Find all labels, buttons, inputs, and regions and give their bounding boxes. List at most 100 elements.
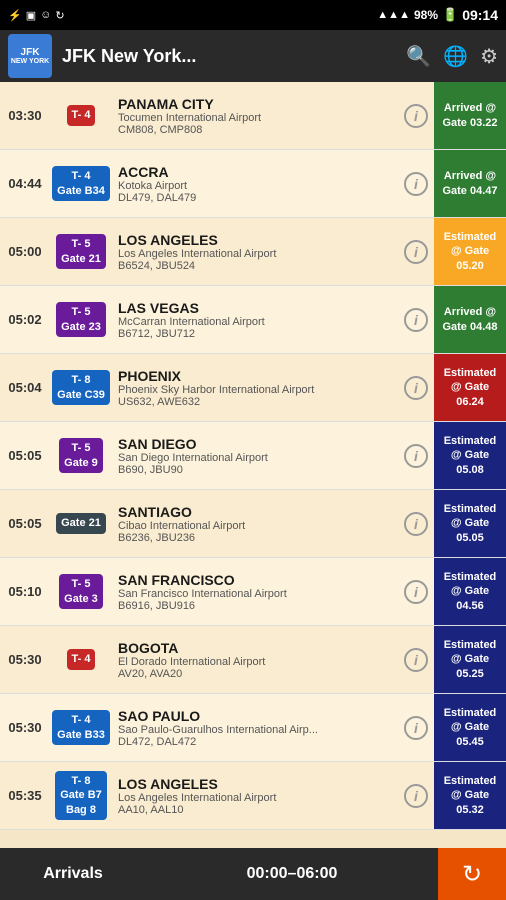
status-badge: Arrived @ Gate 03.22	[434, 82, 506, 149]
city-name: SAN FRANCISCO	[118, 572, 392, 588]
info-button[interactable]: i	[404, 784, 428, 808]
flight-codes: DL479, DAL479	[118, 192, 392, 204]
gate-col: Gate 21	[50, 490, 112, 557]
city-name: SAO PAULO	[118, 708, 392, 724]
flight-codes: AV20, AVA20	[118, 668, 392, 680]
info-icon-col: i	[398, 558, 434, 625]
battery-level: 98%	[414, 8, 438, 22]
flight-codes: B6916, JBU916	[118, 600, 392, 612]
gate-col: T- 4	[50, 82, 112, 149]
battery-icon: 🔋	[442, 7, 458, 23]
gate-col: T- 5 Gate 21	[50, 218, 112, 285]
airport-name: Tocumen International Airport	[118, 112, 392, 124]
info-button[interactable]: i	[404, 104, 428, 128]
flight-info: SAN FRANCISCOSan Francisco International…	[112, 558, 398, 625]
logo-line2: NEW YORK	[11, 58, 49, 65]
info-button[interactable]: i	[404, 240, 428, 264]
gate-col: T- 4 Gate B33	[50, 694, 112, 761]
status-badge: Estimated @ Gate 04.56	[434, 558, 506, 625]
info-button[interactable]: i	[404, 580, 428, 604]
status-badge: Arrived @ Gate 04.47	[434, 150, 506, 217]
airport-name: Los Angeles International Airport	[118, 248, 392, 260]
status-bar: ⚡ ▣ ☺ ↻ ▲▲▲ 98% 🔋 09:14	[0, 0, 506, 30]
airport-name: Phoenix Sky Harbor International Airport	[118, 384, 392, 396]
status-badge: Estimated @ Gate 06.24	[434, 354, 506, 421]
gate-badge: T- 4	[67, 105, 96, 125]
table-row: 05:30T- 4BOGOTAEl Dorado International A…	[0, 626, 506, 694]
info-button[interactable]: i	[404, 512, 428, 536]
usb-icon: ⚡	[8, 9, 22, 22]
info-icon-col: i	[398, 422, 434, 489]
gate-col: T- 4 Gate B34	[50, 150, 112, 217]
flight-time: 05:05	[0, 490, 50, 557]
gate-badge: T- 8 Gate C39	[52, 370, 110, 405]
bottom-bar: Arrivals 00:00–06:00 ↻	[0, 848, 506, 900]
flight-time: 04:44	[0, 150, 50, 217]
info-button[interactable]: i	[404, 308, 428, 332]
city-name: PHOENIX	[118, 368, 392, 384]
refresh-button[interactable]: ↻	[438, 848, 506, 900]
flight-codes: B6524, JBU524	[118, 260, 392, 272]
gate-col: T- 8 Gate C39	[50, 354, 112, 421]
flight-time: 05:30	[0, 694, 50, 761]
flight-codes: B6712, JBU712	[118, 328, 392, 340]
info-button[interactable]: i	[404, 648, 428, 672]
table-row: 05:05Gate 21SANTIAGOCibao International …	[0, 490, 506, 558]
table-row: 05:30T- 4 Gate B33SAO PAULOSao Paulo-Gua…	[0, 694, 506, 762]
bottom-label: Arrivals	[0, 865, 146, 883]
info-button[interactable]: i	[404, 444, 428, 468]
flight-time: 05:35	[0, 762, 50, 829]
smiley-icon: ☺	[40, 9, 51, 21]
gate-badge: T- 5 Gate 3	[59, 574, 103, 609]
flight-info: SANTIAGOCibao International AirportB6236…	[112, 490, 398, 557]
globe-icon[interactable]: 🌐	[443, 44, 468, 69]
refresh-icon: ↻	[462, 860, 482, 889]
airport-name: Cibao International Airport	[118, 520, 392, 532]
status-badge: Estimated @ Gate 05.32	[434, 762, 506, 829]
flight-time: 05:05	[0, 422, 50, 489]
airport-name: San Diego International Airport	[118, 452, 392, 464]
info-button[interactable]: i	[404, 172, 428, 196]
info-button[interactable]: i	[404, 716, 428, 740]
airport-name: Los Angeles International Airport	[118, 792, 392, 804]
status-bar-left: ⚡ ▣ ☺ ↻	[8, 9, 65, 22]
gate-badge: T- 8 Gate B7 Bag 8	[55, 771, 107, 820]
info-icon-col: i	[398, 626, 434, 693]
status-bar-right: ▲▲▲ 98% 🔋 09:14	[377, 7, 498, 23]
city-name: LOS ANGELES	[118, 776, 392, 792]
gate-col: T- 5 Gate 23	[50, 286, 112, 353]
table-row: 05:00T- 5 Gate 21LOS ANGELESLos Angeles …	[0, 218, 506, 286]
clock: 09:14	[462, 7, 498, 23]
flight-info: SAO PAULOSao Paulo-Guarulhos Internation…	[112, 694, 398, 761]
status-badge: Estimated @ Gate 05.20	[434, 218, 506, 285]
table-row: 05:02T- 5 Gate 23LAS VEGASMcCarran Inter…	[0, 286, 506, 354]
city-name: BOGOTA	[118, 640, 392, 656]
settings-icon[interactable]: ⚙	[480, 44, 498, 69]
status-badge: Arrived @ Gate 04.48	[434, 286, 506, 353]
gate-col: T- 4	[50, 626, 112, 693]
info-button[interactable]: i	[404, 376, 428, 400]
airport-name: San Francisco International Airport	[118, 588, 392, 600]
gate-badge: T- 5 Gate 23	[56, 302, 106, 337]
search-icon[interactable]: 🔍	[406, 44, 431, 69]
info-icon-col: i	[398, 694, 434, 761]
flight-info: PHOENIXPhoenix Sky Harbor International …	[112, 354, 398, 421]
flight-list: 03:30T- 4PANAMA CITYTocumen Internationa…	[0, 82, 506, 848]
bottom-time-range: 00:00–06:00	[146, 865, 438, 883]
sim-icon: ▣	[26, 9, 36, 22]
gate-col: T- 5 Gate 3	[50, 558, 112, 625]
status-badge: Estimated @ Gate 05.45	[434, 694, 506, 761]
gate-badge: T- 5 Gate 21	[56, 234, 106, 269]
table-row: 05:04T- 8 Gate C39PHOENIXPhoenix Sky Har…	[0, 354, 506, 422]
airport-name: Kotoka Airport	[118, 180, 392, 192]
flight-codes: DL472, DAL472	[118, 736, 392, 748]
table-row: 05:35T- 8 Gate B7 Bag 8 LOS ANGELESLos An…	[0, 762, 506, 830]
flight-info: LOS ANGELESLos Angeles International Air…	[112, 218, 398, 285]
table-row: 03:30T- 4PANAMA CITYTocumen Internationa…	[0, 82, 506, 150]
flight-time: 05:10	[0, 558, 50, 625]
gate-badge: T- 4 Gate B34	[52, 166, 110, 201]
info-icon-col: i	[398, 354, 434, 421]
status-badge: Estimated @ Gate 05.25	[434, 626, 506, 693]
flight-codes: AA10, AAL10	[118, 804, 392, 816]
gate-badge: T- 4 Gate B33	[52, 710, 110, 745]
